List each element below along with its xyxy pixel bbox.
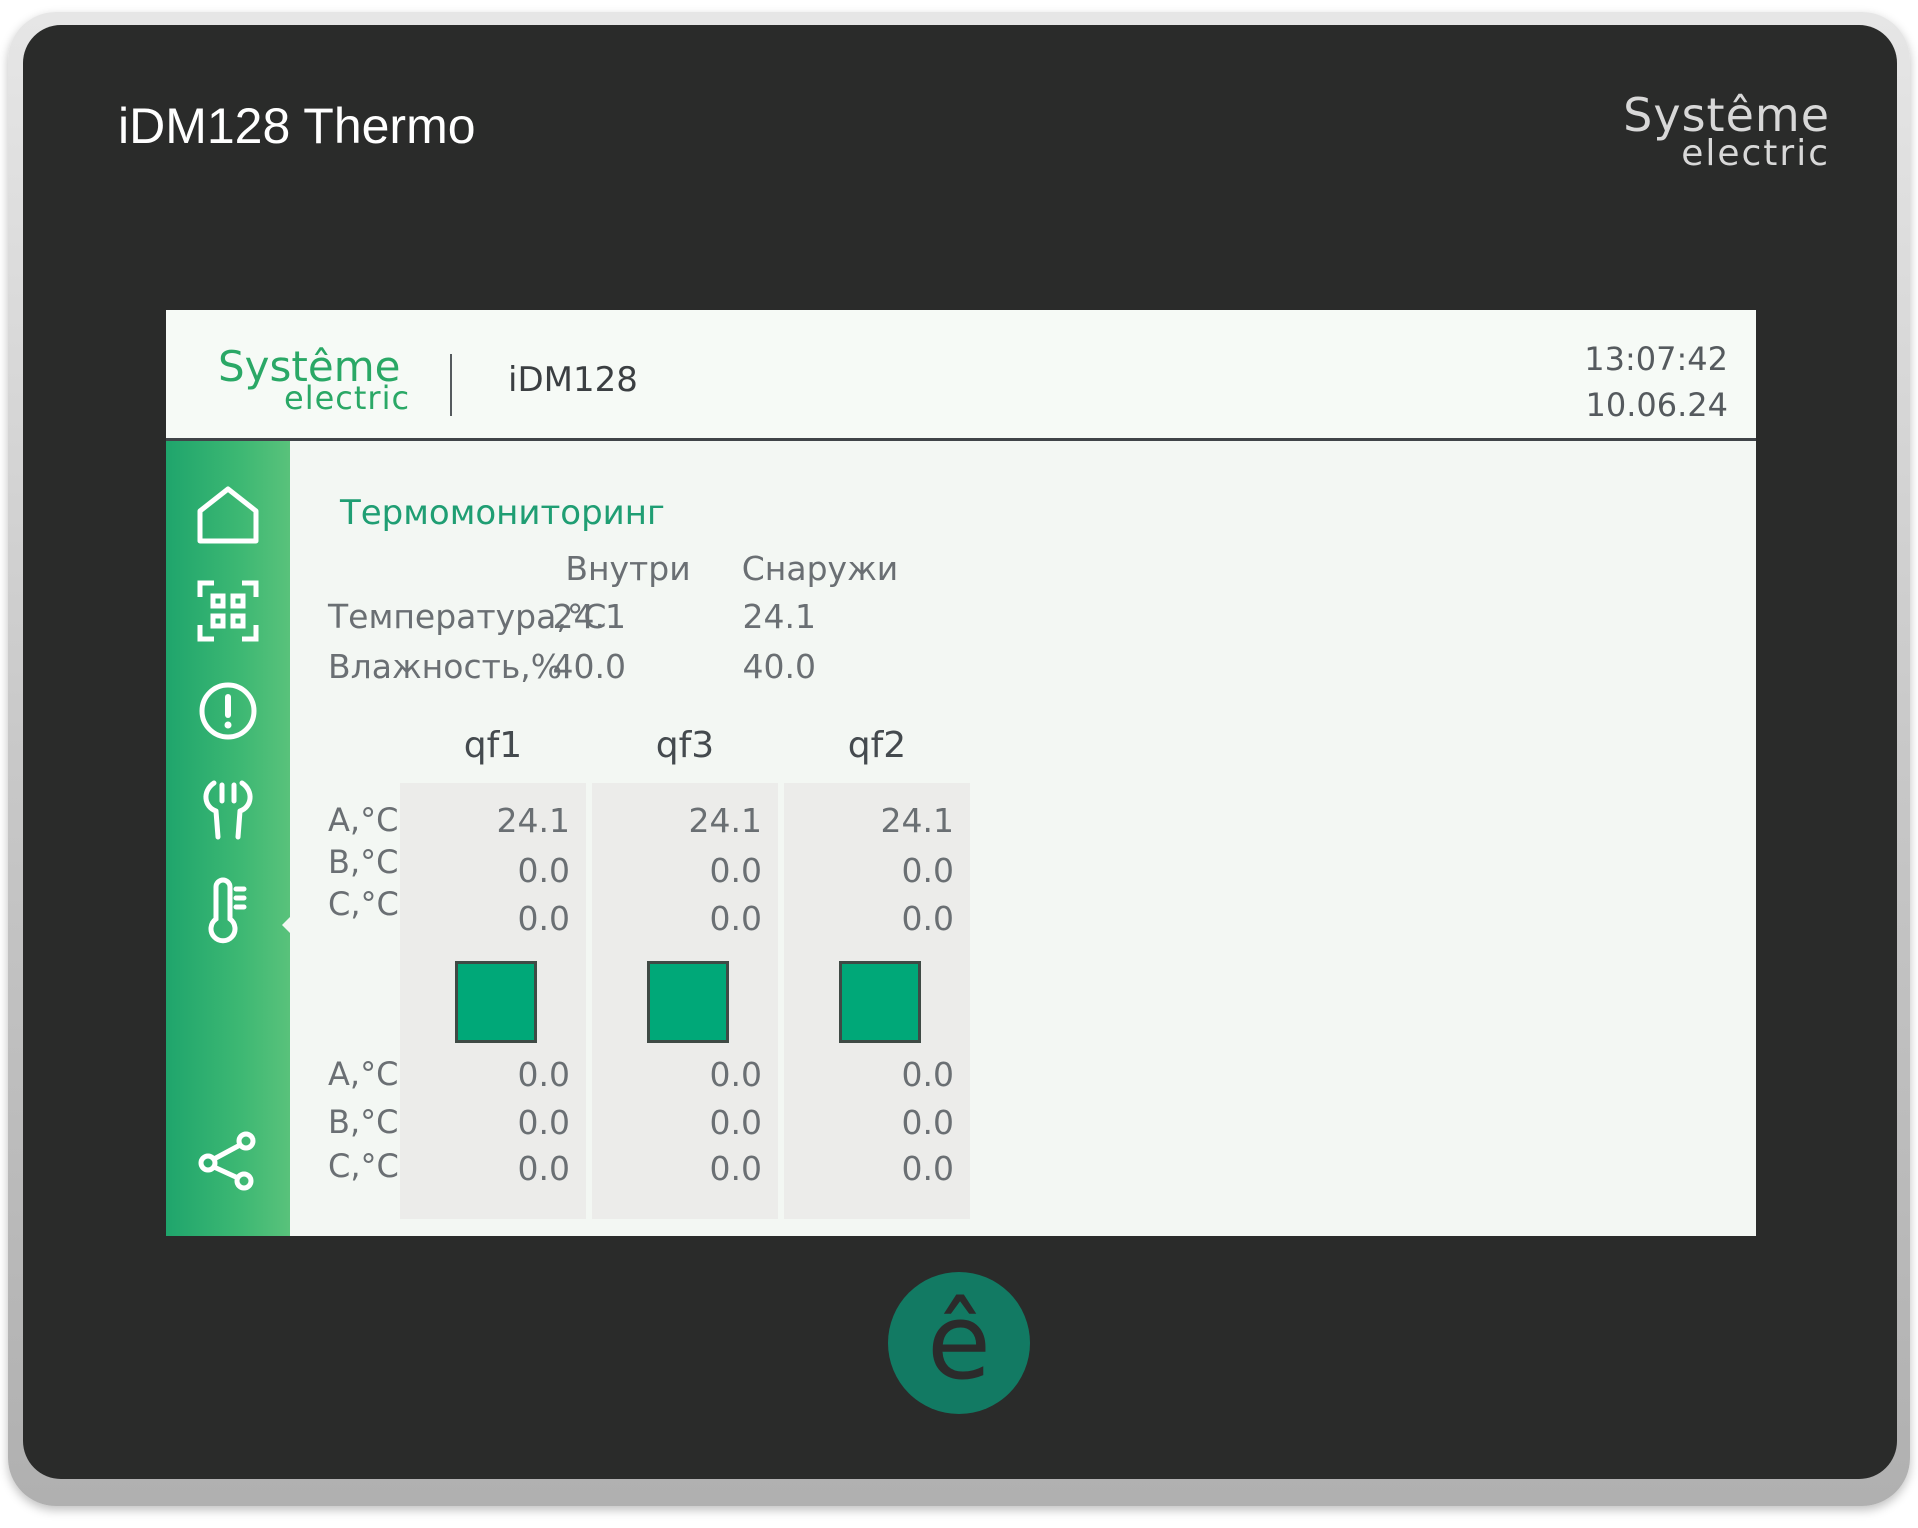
qf2-upper-a-value: 24.1: [880, 801, 954, 840]
sidebar: [166, 441, 292, 1236]
share-icon: [198, 1131, 256, 1191]
qf2-upper-b-value: 0.0: [901, 851, 954, 890]
breaker-name-qf1: qf1: [463, 725, 523, 766]
nav-share[interactable]: [188, 1121, 268, 1201]
device-title: iDM128 Thermo: [118, 98, 476, 154]
qf2-lower-b-value: 0.0: [901, 1103, 954, 1142]
touch-screen: Systême electric iDM128 13:07:42 10.06.2…: [166, 310, 1756, 1236]
device-name: iDM128: [508, 360, 638, 400]
temperature-inside-value: 24.1: [552, 597, 626, 636]
upper-phase-b-label: B,°C: [328, 843, 399, 881]
device-brand-line1: Systême: [1623, 88, 1830, 142]
brand-e-icon: ê: [927, 1281, 991, 1403]
nav-thermo[interactable]: [188, 871, 268, 951]
qf3-upper-b-value: 0.0: [709, 851, 762, 890]
qf1-upper-a-value: 24.1: [496, 801, 570, 840]
device-brand-logo: Systême electric: [1623, 92, 1830, 172]
upper-phase-c-label: C,°C: [328, 885, 399, 923]
screen-header: Systême electric iDM128 13:07:42 10.06.2…: [166, 310, 1756, 441]
qf3-upper-c-value: 0.0: [709, 899, 762, 938]
thermo-monitoring-panel: Термомониторинг Внутри Снаружи Температу…: [290, 441, 1756, 1236]
home-icon: [197, 486, 259, 544]
qf1-lower-b-value: 0.0: [517, 1103, 570, 1142]
qf3-status-indicator[interactable]: [647, 961, 729, 1043]
temperature-outside-value: 24.1: [742, 597, 816, 636]
qf1-status-indicator[interactable]: [455, 961, 537, 1043]
qf3-upper-a-value: 24.1: [688, 801, 762, 840]
qf1-upper-c-value: 0.0: [517, 899, 570, 938]
qf3-lower-c-value: 0.0: [709, 1149, 762, 1188]
qf1-lower-c-value: 0.0: [517, 1149, 570, 1188]
qf2-status-indicator[interactable]: [839, 961, 921, 1043]
qf2-upper-c-value: 0.0: [901, 899, 954, 938]
lower-phase-a-label: A,°C: [328, 1055, 399, 1093]
humidity-inside-value: 40.0: [552, 647, 626, 686]
breaker-name-qf2: qf2: [847, 725, 907, 766]
qf3-lower-b-value: 0.0: [709, 1103, 762, 1142]
screen-brand-logo: Systême electric: [218, 346, 411, 417]
screen-brand-line2: electric: [284, 379, 411, 417]
upper-phase-a-label: A,°C: [328, 801, 399, 839]
page-title: Термомониторинг: [340, 493, 665, 533]
breaker-name-qf3: qf3: [655, 725, 715, 766]
thermometer-icon: [208, 877, 247, 944]
clock-date: 10.06.24: [1585, 386, 1729, 424]
qr-scan-icon: [197, 580, 259, 642]
qf2-lower-a-value: 0.0: [901, 1055, 954, 1094]
qf2-lower-c-value: 0.0: [901, 1149, 954, 1188]
header-divider: [450, 354, 452, 416]
clock-time: 13:07:42: [1584, 340, 1728, 378]
lower-phase-b-label: B,°C: [328, 1103, 399, 1141]
qf1-upper-b-value: 0.0: [517, 851, 570, 890]
device-home-button[interactable]: ê: [888, 1272, 1030, 1414]
lower-phase-c-label: C,°C: [328, 1147, 399, 1185]
nav-service[interactable]: [188, 771, 268, 851]
col-head-outside: Снаружи: [741, 549, 899, 588]
col-head-inside: Внутри: [565, 549, 691, 588]
nav-qr-scan[interactable]: [188, 571, 268, 651]
clock: 13:07:42 10.06.24: [1584, 336, 1728, 428]
humidity-outside-value: 40.0: [742, 647, 816, 686]
tools-icon: [203, 780, 253, 840]
alert-icon: [199, 682, 257, 740]
qf3-lower-a-value: 0.0: [709, 1055, 762, 1094]
nav-alarms[interactable]: [188, 671, 268, 751]
qf1-lower-a-value: 0.0: [517, 1055, 570, 1094]
nav-home[interactable]: [188, 475, 268, 555]
